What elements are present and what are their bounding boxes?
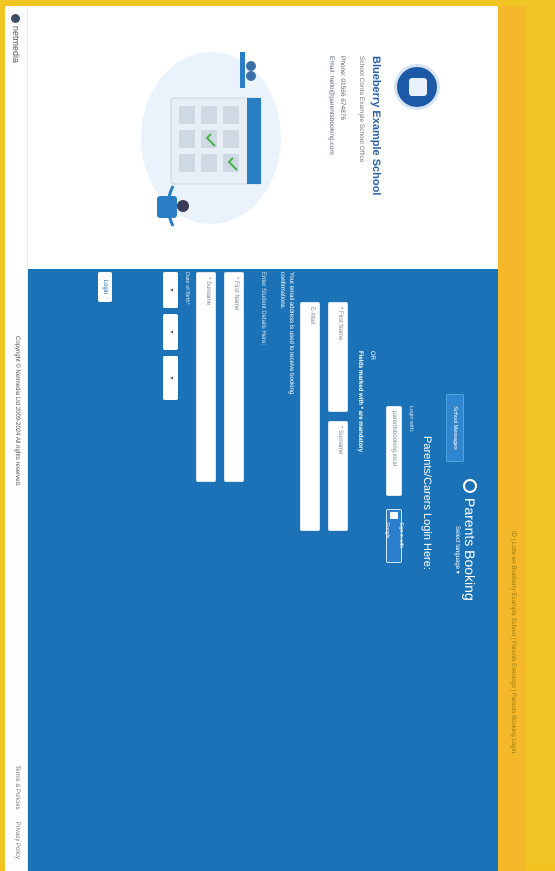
footer-links: Terms & Policies Privacy Policy	[14, 765, 20, 859]
school-panel: Blueberry Example School School Conta Ex…	[28, 6, 498, 270]
student-details-header: Enter Student Details Here:	[260, 272, 266, 346]
school-email: Email: hello@parentsbooking.com	[328, 56, 335, 155]
dob-label: Date of Birth*	[184, 272, 190, 305]
login-with-label: Login with:	[408, 406, 414, 433]
google-signin-button[interactable]: Sign in with Google	[384, 509, 404, 563]
netmedia-logo-icon	[11, 14, 21, 23]
copyright: Copyright © Netmedia Ltd 2009-2024 All r…	[14, 336, 20, 487]
parents-booking-logo-icon	[463, 479, 477, 493]
school-logo	[394, 64, 440, 110]
surname-input[interactable]: * Surname	[328, 421, 348, 531]
dob-day-select[interactable]: ▾	[163, 272, 178, 308]
school-phone: Phone: 01566 674876	[339, 56, 346, 120]
footer: netmedia Copyright © Netmedia Ltd 2009-2…	[5, 6, 28, 871]
mandatory-note: Fields marked with * are mandatory	[357, 351, 363, 453]
school-name: Blueberry Example School	[370, 56, 382, 196]
screen: ID | Lutte en Blueberry Example School |…	[5, 6, 526, 871]
or-label: OR	[369, 351, 375, 360]
terms-link[interactable]: Terms & Policies	[14, 765, 20, 809]
parentsbooking-login-input[interactable]: parentsbooking.local	[386, 406, 402, 496]
school-messages-button[interactable]: School Messages	[446, 394, 464, 462]
google-signin-label: Sign in with Google	[384, 522, 404, 548]
dob-year-select[interactable]: ▾	[163, 356, 178, 400]
page: ID | Lutte en Blueberry Example School |…	[5, 6, 526, 871]
student-first-name-input[interactable]: * First Name	[224, 272, 244, 482]
school-subtitle: School Conta Example School Office	[358, 56, 365, 163]
dob-month-select[interactable]: ▾	[163, 314, 178, 350]
login-heading: Parents/Carers Login Here:	[421, 436, 433, 570]
login-button[interactable]: Login	[98, 272, 112, 302]
privacy-link[interactable]: Privacy Policy	[14, 822, 20, 859]
breadcrumb: ID | Lutte en Blueberry Example School |…	[510, 531, 516, 754]
brand-title: Parents Booking	[462, 479, 478, 601]
email-note-line1: Your email address is used to receive bo…	[288, 272, 294, 395]
login-panel	[28, 269, 498, 871]
brand-title-text: Parents Booking	[462, 498, 478, 601]
top-bar: ID | Lutte en Blueberry Example School |…	[498, 6, 526, 871]
google-icon	[390, 512, 398, 520]
netmedia-text: netmedia	[11, 26, 21, 64]
illustration-image	[141, 52, 281, 227]
student-surname-input[interactable]: * Surname	[196, 272, 216, 482]
email-input[interactable]: E-Mail	[300, 302, 320, 531]
language-select[interactable]: Select language ▾	[454, 526, 461, 574]
netmedia-brand: netmedia	[11, 14, 21, 63]
email-note-line2: confirmations.	[279, 272, 285, 310]
first-name-input[interactable]: * First Name	[328, 302, 348, 412]
